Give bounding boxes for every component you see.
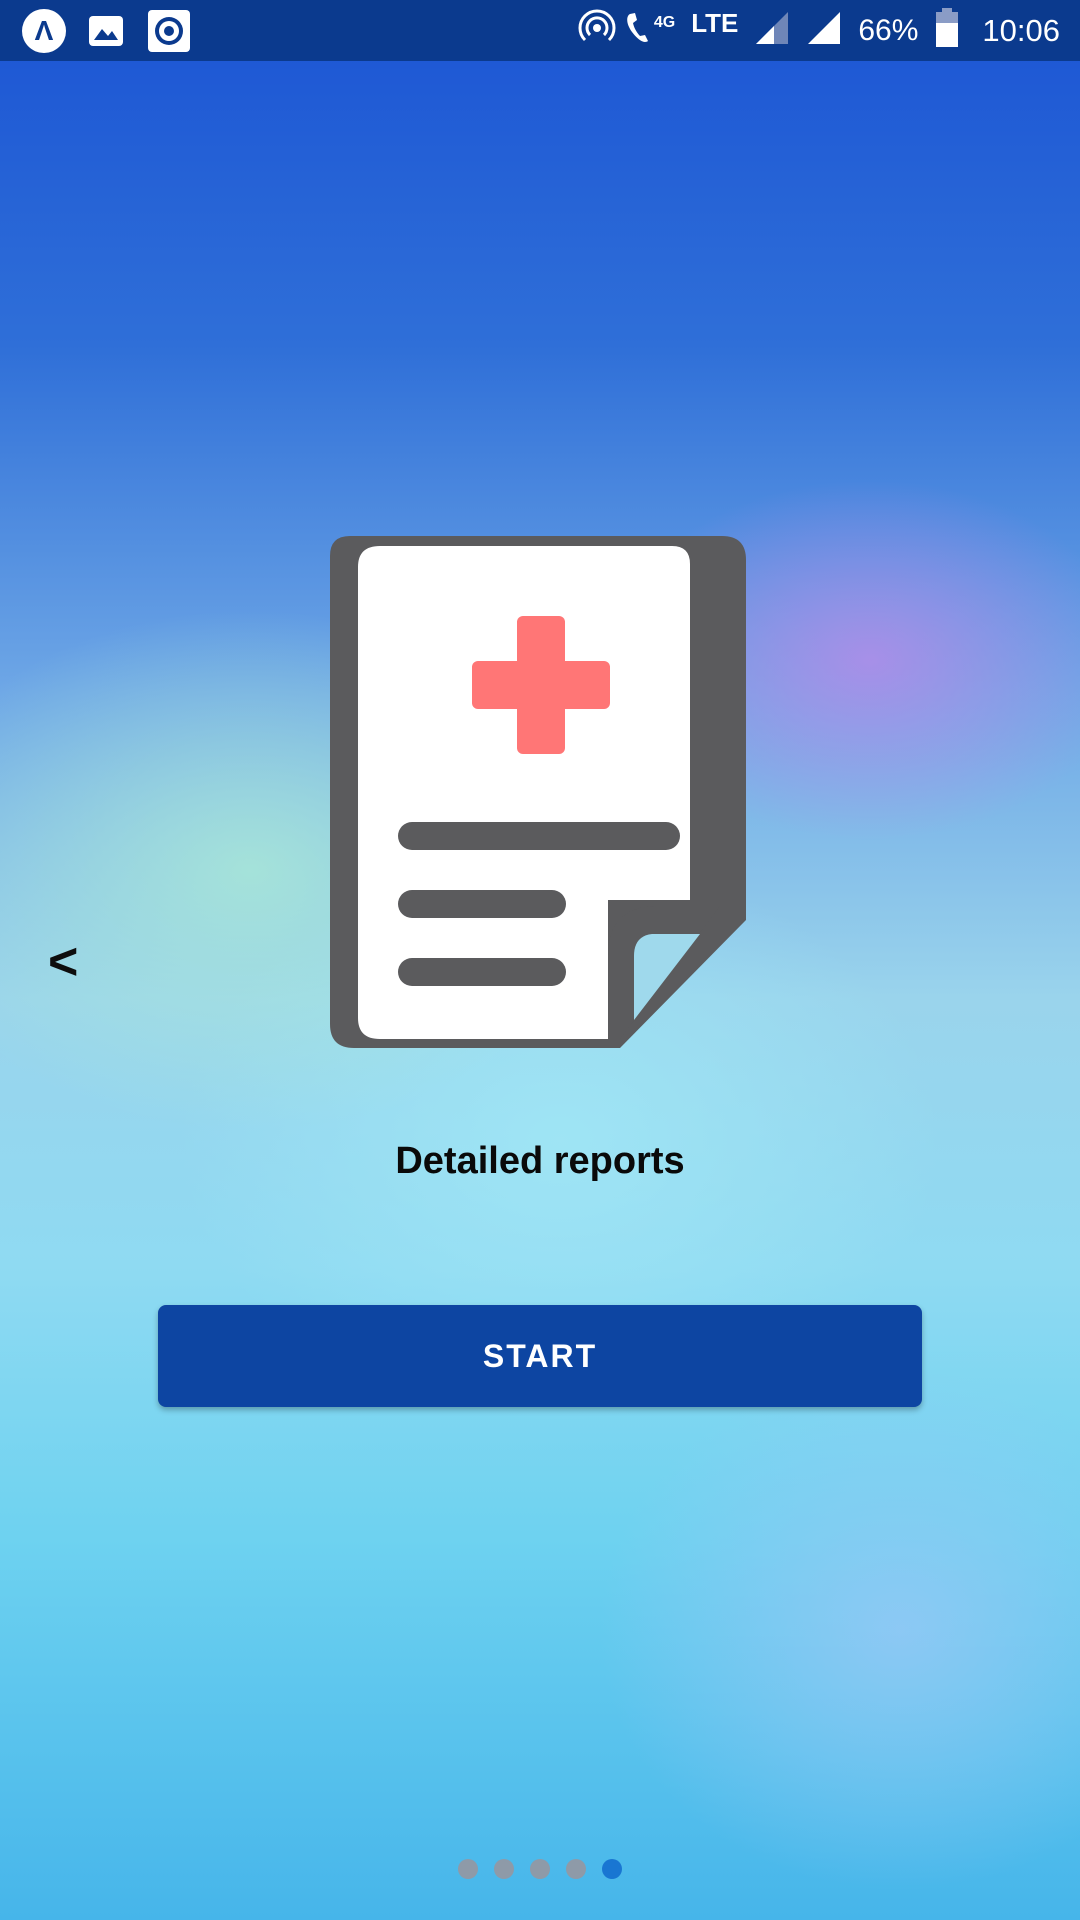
volte-indicator: 4G bbox=[624, 10, 675, 51]
signal-sim2-icon bbox=[806, 10, 842, 51]
onboarding-screen: Λ 4G LTE 66% 10:06 < Detailed reports ST… bbox=[0, 0, 1080, 1920]
call-icon bbox=[624, 10, 652, 51]
record-icon bbox=[146, 8, 192, 54]
app-logo-glyph: Λ bbox=[22, 8, 66, 53]
hotspot-icon bbox=[578, 9, 616, 52]
page-dot-3[interactable] bbox=[530, 1859, 550, 1879]
feature-headline: Detailed reports bbox=[395, 1140, 685, 1182]
battery-icon bbox=[934, 8, 960, 53]
medical-report-icon bbox=[330, 536, 750, 1048]
system-indicators: 4G LTE 66% 10:06 bbox=[562, 0, 1060, 61]
notification-icons: Λ bbox=[22, 8, 212, 53]
back-button[interactable]: < bbox=[48, 930, 78, 994]
page-dot-1[interactable] bbox=[458, 1859, 478, 1879]
gallery-icon bbox=[86, 11, 126, 51]
page-dot-5[interactable] bbox=[602, 1859, 622, 1879]
status-bar: Λ 4G LTE 66% 10:06 bbox=[0, 0, 1080, 61]
lte-label: LTE bbox=[691, 8, 739, 38]
clock: 10:06 bbox=[982, 12, 1060, 48]
page-dot-2[interactable] bbox=[494, 1859, 514, 1879]
battery-percent: 66% bbox=[858, 13, 919, 47]
network-type-label: 4G bbox=[653, 13, 676, 31]
signal-sim1-icon bbox=[754, 10, 790, 51]
page-indicator bbox=[0, 1859, 1080, 1879]
app-logo-icon: Λ bbox=[22, 8, 66, 53]
page-dot-4[interactable] bbox=[566, 1859, 586, 1879]
start-button[interactable]: START bbox=[158, 1305, 922, 1407]
